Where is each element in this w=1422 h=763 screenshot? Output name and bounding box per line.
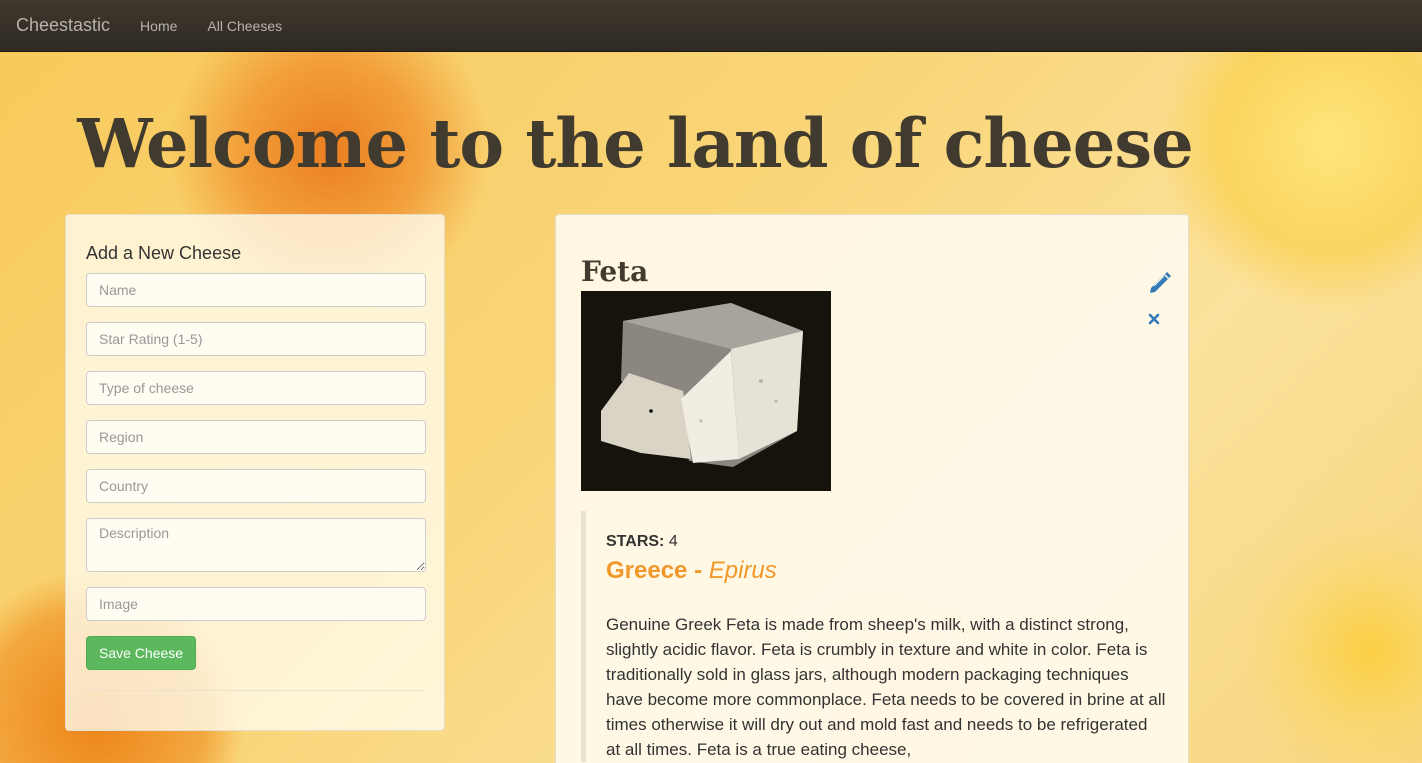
star-rating: STARS: 4 — [606, 533, 1165, 551]
name-input[interactable] — [86, 273, 426, 307]
brand-link[interactable]: Cheestastic — [16, 15, 110, 36]
cheese-description: Genuine Greek Feta is made from sheep's … — [606, 615, 1166, 759]
cheese-image — [581, 291, 831, 491]
cheese-region: Epirus — [708, 557, 777, 584]
save-cheese-button[interactable]: Save Cheese — [86, 636, 197, 670]
close-icon[interactable] — [1148, 312, 1160, 330]
nav-link-home[interactable]: Home — [140, 18, 177, 34]
stars-label: STARS: — [606, 533, 665, 550]
page-title: Welcome to the land of cheese — [77, 104, 1193, 183]
country-input[interactable] — [86, 469, 426, 503]
add-cheese-form: Add a New Cheese Save Cheese — [65, 214, 445, 731]
star-rating-input[interactable] — [86, 322, 426, 356]
pencil-icon[interactable] — [1147, 269, 1173, 300]
cheese-type-input[interactable] — [86, 371, 426, 405]
description-textarea[interactable] — [86, 518, 426, 572]
cheese-detail-panel: Feta STARS: 4 Greece - Epirus Genuine Gr… — [555, 214, 1189, 763]
form-heading: Add a New Cheese — [86, 243, 242, 263]
image-input[interactable] — [86, 587, 426, 621]
cheese-country: Greece — [606, 557, 688, 584]
cheese-name: Feta — [581, 255, 649, 288]
cheese-details-quote: STARS: 4 Greece - Epirus Genuine Greek F… — [581, 511, 1165, 762]
origin-separator: - — [694, 557, 703, 584]
region-input[interactable] — [86, 420, 426, 454]
form-divider — [86, 690, 424, 691]
navbar: Cheestastic Home All Cheeses — [0, 0, 1422, 52]
nav-link-all-cheeses[interactable]: All Cheeses — [207, 18, 282, 34]
stars-value: 4 — [668, 533, 678, 550]
cheese-origin: Greece - Epirus — [606, 557, 1165, 585]
